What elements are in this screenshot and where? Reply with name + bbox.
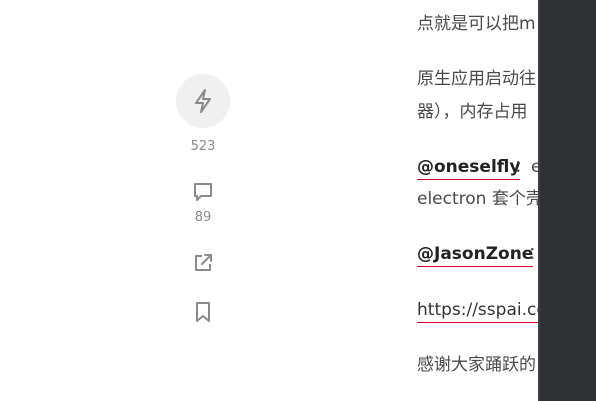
paragraph-line: 原生应用启动往 (417, 69, 536, 89)
panel-edge (538, 0, 540, 401)
user-mention-link[interactable]: @oneselfly (417, 156, 521, 180)
side-panel (538, 0, 596, 401)
paragraph-line: 感谢大家踊跃的 (417, 355, 536, 375)
external-share-icon (195, 254, 212, 271)
bookmark-icon (196, 302, 210, 322)
like-count: 523 (190, 139, 216, 154)
like-button[interactable] (176, 74, 230, 128)
lightning-bolt-icon (195, 89, 211, 113)
comment-count: 89 (194, 210, 212, 225)
comment-bubble-icon (194, 183, 212, 201)
share-button[interactable] (191, 251, 215, 275)
article-body: 点就是可以把m 原生应用启动往 器），内存占用 @oneselfly ：e el… (417, 0, 542, 401)
article-action-bar: 523 89 (176, 0, 230, 401)
article-url-link[interactable]: https://sspai.co (417, 299, 542, 323)
paragraph-line: 点就是可以把m (417, 14, 536, 34)
user-mention-link[interactable]: @JasonZone (417, 243, 534, 267)
paragraph-line: 器），内存占用 (417, 102, 528, 122)
bookmark-button[interactable] (191, 300, 215, 324)
paragraph-line: electron 套个壳 (417, 189, 542, 209)
comment-button[interactable] (191, 180, 215, 204)
